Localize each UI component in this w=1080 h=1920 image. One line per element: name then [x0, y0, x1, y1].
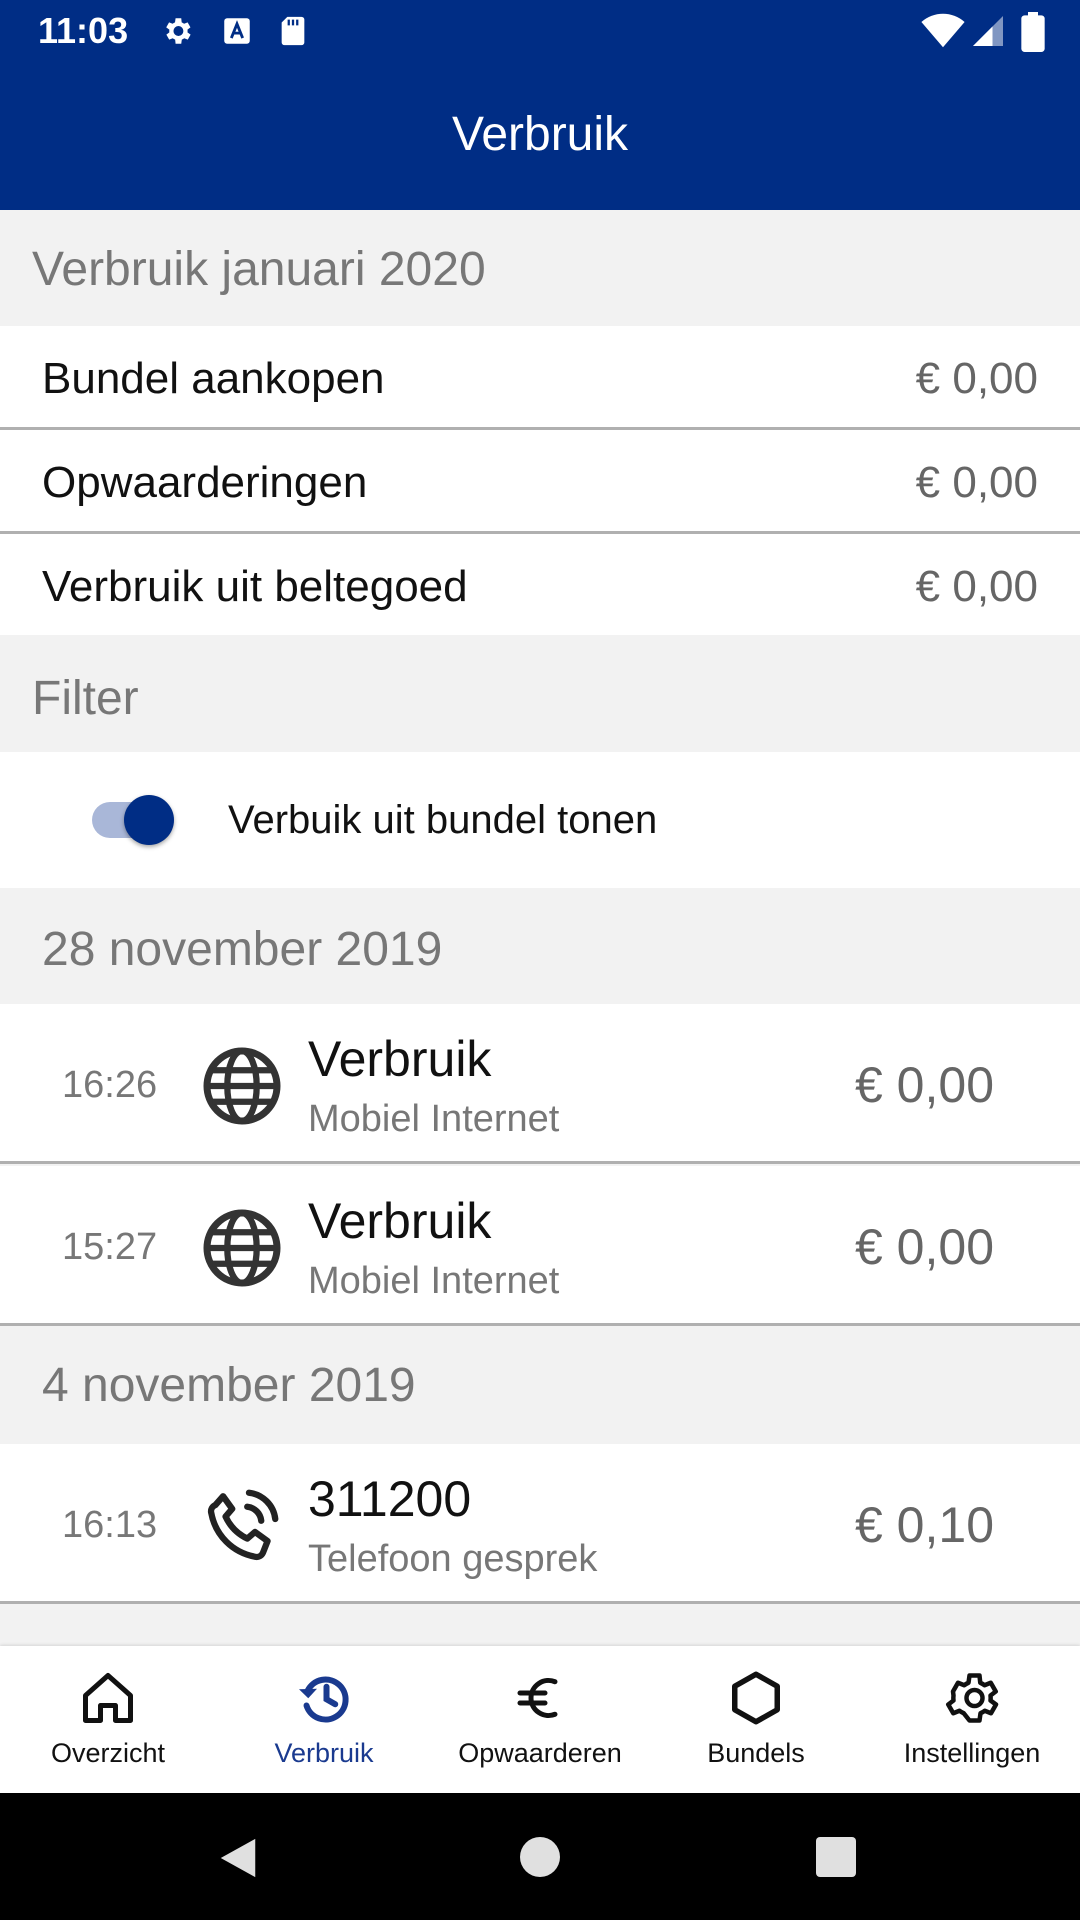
transaction-title: Verbruik	[308, 1031, 492, 1087]
transaction-time: 16:13	[62, 1504, 158, 1546]
transaction-row[interactable]: 15:27 Verbruik Mobiel Internet € 0,00	[0, 1166, 1080, 1326]
filter-row: Verbuik uit bundel tonen	[0, 752, 1080, 888]
date-header: 28 november 2019	[0, 888, 1080, 1004]
home-icon	[83, 1673, 133, 1723]
summary-row-value: € 0,00	[915, 458, 1038, 507]
history-icon	[299, 1676, 349, 1723]
sd-card-status-icon	[281, 16, 305, 46]
transaction-amount: € 0,10	[854, 1497, 994, 1553]
nav-item-verbruik[interactable]: Verbruik	[216, 1646, 432, 1793]
summary-row-value: € 0,00	[915, 354, 1038, 403]
summary-row-label: Bundel aankopen	[42, 354, 385, 403]
hexagon-icon	[732, 1671, 780, 1725]
page-title: Verbruik	[451, 108, 629, 161]
summary-heading: Verbruik januari 2020	[32, 243, 486, 296]
transaction-title: Verbruik	[308, 1193, 492, 1249]
summary-row-label: Verbruik uit beltegoed	[42, 562, 468, 611]
wifi-icon	[921, 13, 965, 48]
gear-icon	[946, 1673, 999, 1723]
transaction-amount: € 0,00	[854, 1219, 994, 1275]
summary-row-topups: Opwaarderingen € 0,00	[0, 430, 1080, 534]
transaction-amount: € 0,00	[854, 1057, 994, 1113]
transaction-time: 16:26	[62, 1064, 158, 1106]
transaction-title: 311200	[308, 1471, 472, 1527]
euro-icon	[517, 1678, 558, 1718]
filter-heading: Filter	[32, 672, 139, 725]
recents-icon[interactable]	[816, 1837, 856, 1877]
status-bar: 11:03	[0, 0, 1080, 63]
toggle-label: Verbuik uit bundel tonen	[228, 798, 658, 842]
toggle-thumb[interactable]	[124, 795, 174, 845]
accessibility-status-icon	[224, 18, 250, 44]
transaction-subtitle: Mobiel Internet	[308, 1260, 560, 1302]
transaction-row[interactable]: 16:26 Verbruik Mobiel Internet € 0,00	[0, 1004, 1080, 1164]
summary-header: Verbruik januari 2020	[0, 210, 1080, 326]
transaction-row[interactable]: 16:13 311200 Telefoon gesprek € 0,10	[0, 1444, 1080, 1604]
transaction-subtitle: Telefoon gesprek	[308, 1538, 598, 1580]
back-icon[interactable]	[216, 1835, 260, 1881]
bottom-navigation: Overzicht Verbruik Opwaarderen Bundels I…	[0, 1646, 1080, 1793]
home-circle-icon[interactable]	[520, 1837, 560, 1877]
transaction-time: 15:27	[62, 1226, 158, 1268]
settings-status-icon	[166, 18, 191, 44]
transaction-subtitle: Mobiel Internet	[308, 1098, 560, 1140]
nav-label: Overzicht	[50, 1738, 166, 1768]
nav-item-overzicht[interactable]: Overzicht	[0, 1646, 216, 1793]
globe-icon	[203, 1047, 281, 1125]
date-heading: 28 november 2019	[42, 923, 443, 976]
nav-item-opwaarderen[interactable]: Opwaarderen	[432, 1646, 648, 1793]
system-navigation-bar	[0, 1793, 1080, 1920]
nav-label: Opwaarderen	[458, 1738, 622, 1768]
date-heading: 4 november 2019	[42, 1359, 416, 1412]
filter-header: Filter	[0, 635, 1080, 752]
nav-item-bundels[interactable]: Bundels	[648, 1646, 864, 1793]
nav-label: Verbruik	[274, 1738, 374, 1768]
battery-icon	[1021, 12, 1045, 52]
signal-icon	[973, 16, 1003, 46]
status-time: 11:03	[38, 10, 129, 51]
date-header: 4 november 2019	[0, 1328, 1080, 1444]
summary-row-credit-usage: Verbruik uit beltegoed € 0,00	[0, 534, 1080, 635]
globe-icon	[203, 1209, 281, 1287]
summary-row-label: Opwaarderingen	[42, 458, 368, 507]
nav-label: Bundels	[707, 1738, 805, 1768]
summary-row-bundle-purchases: Bundel aankopen € 0,00	[0, 326, 1080, 430]
phone-call-icon	[207, 1489, 279, 1561]
nav-item-instellingen[interactable]: Instellingen	[864, 1646, 1080, 1793]
summary-row-value: € 0,00	[915, 562, 1038, 611]
nav-label: Instellingen	[903, 1738, 1041, 1768]
app-bar: Verbruik	[0, 63, 1080, 210]
